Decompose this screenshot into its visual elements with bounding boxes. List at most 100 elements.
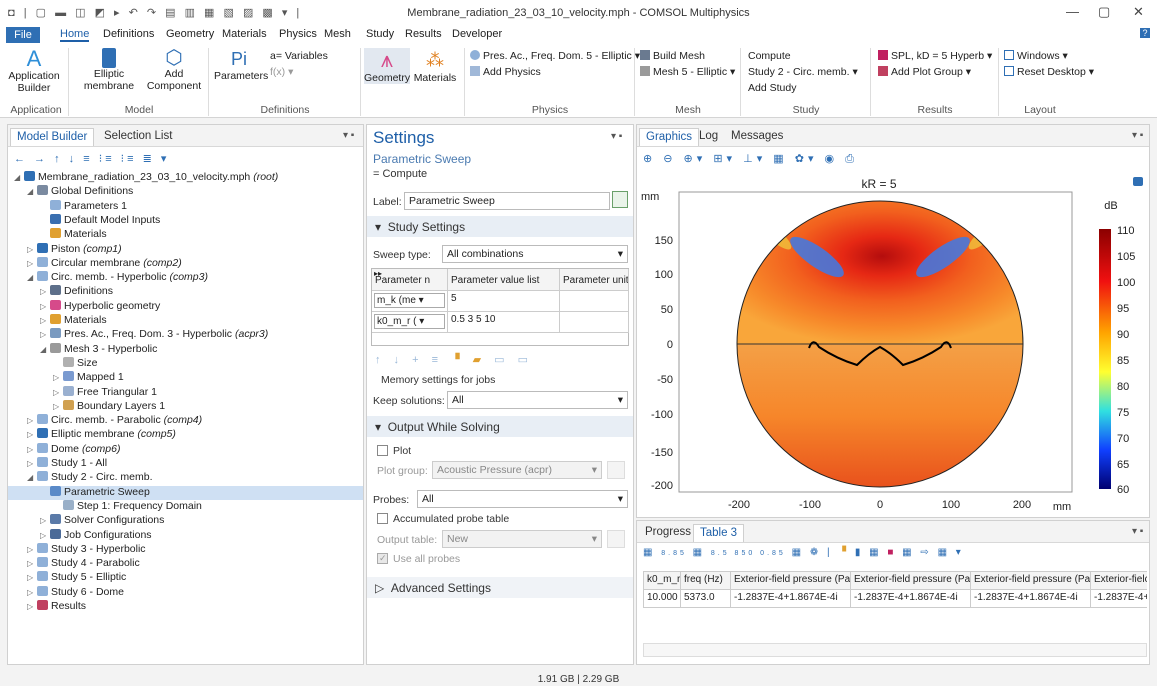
tree-toolbar[interactable]: ← → ↑ ↓ ≡ ⁝≡ ⁝≡ ≣ ▾ — [14, 152, 169, 165]
keep-solutions-select[interactable]: All ▾ — [447, 391, 628, 409]
tree-node[interactable]: ▷ Dome (comp6) — [8, 442, 363, 457]
graphics-panel-menu-icon[interactable]: ▾ ▪ — [1132, 130, 1143, 141]
table-header-cell[interactable]: Exterior-field pressure (Pa) — [731, 571, 851, 590]
plot-checkbox[interactable] — [377, 445, 388, 456]
menu-physics[interactable]: Physics — [279, 28, 317, 40]
param-row-1-values[interactable]: 5 — [448, 291, 560, 312]
windows-button[interactable]: Windows ▾ — [1004, 50, 1068, 62]
tree-node[interactable]: ▷ Pres. Ac., Freq. Dom. 3 - Hyperbolic (a… — [8, 328, 363, 342]
table-cell[interactable]: -1.2837E-4+1 — [1091, 590, 1147, 608]
param-row-2-unit[interactable] — [560, 312, 629, 333]
expand-toggle-icon[interactable]: ▷ — [40, 302, 50, 311]
application-builder-button[interactable]: A Application Builder — [6, 48, 62, 95]
maximize-icon[interactable]: ▢ — [1098, 4, 1110, 20]
sweep-type-select[interactable]: All combinations ▾ — [442, 245, 628, 263]
plot-area[interactable]: mm kR = 5 -200 -100 0 100 200 mm 150 100… — [637, 167, 1149, 517]
add-component-button[interactable]: ⬡ Add Component — [144, 48, 204, 92]
table-header-cell[interactable]: freq (Hz) — [681, 571, 731, 590]
tree-node[interactable]: ▷ Definitions — [8, 285, 363, 299]
plot-group-go-icon[interactable] — [607, 461, 625, 479]
variables-button[interactable]: a= Variables — [270, 50, 328, 62]
tab-log[interactable]: Log — [693, 128, 724, 146]
mesh-select[interactable]: Mesh 5 - Elliptic ▾ — [640, 66, 735, 78]
table-header-cell[interactable]: Exterior-field pressure (Pa) — [851, 571, 971, 590]
expand-toggle-icon[interactable]: ▷ — [53, 388, 63, 397]
elliptic-membrane-button[interactable]: Elliptic membrane — [76, 48, 142, 92]
expand-toggle-icon[interactable]: ▷ — [27, 602, 37, 611]
table-horizontal-scrollbar[interactable] — [643, 643, 1147, 657]
parameters-button[interactable]: Pi Parameters — [214, 48, 268, 82]
label-edit-icon[interactable] — [612, 191, 628, 208]
study-settings-header[interactable]: ▾ Study Settings — [367, 216, 633, 237]
accumulated-probe-checkbox[interactable] — [377, 513, 388, 524]
tree-node[interactable]: Step 1: Frequency Domain — [8, 499, 363, 514]
compute-link[interactable]: = Compute — [373, 168, 427, 180]
menu-materials[interactable]: Materials — [222, 28, 267, 40]
tree-node[interactable]: ◢ Membrane_radiation_23_03_10_velocity.mp… — [8, 171, 363, 185]
tree-node[interactable]: ▷ Study 5 - Elliptic — [8, 571, 363, 585]
tree-node[interactable]: Size — [8, 356, 363, 371]
expand-toggle-icon[interactable]: ▷ — [53, 402, 63, 411]
menu-mesh[interactable]: Mesh — [324, 28, 351, 40]
materials-button[interactable]: ⁂ Materials — [412, 48, 458, 84]
physics-interface-select[interactable]: Pres. Ac., Freq. Dom. 5 - Elliptic ▾ — [470, 50, 640, 62]
param-row-2-values[interactable]: 0.5 3 5 10 — [448, 312, 560, 333]
plot-group-select[interactable]: Acoustic Pressure (acpr) ▾ — [432, 461, 602, 479]
panel-menu-icon[interactable]: ▾ ▪ — [343, 130, 354, 141]
tree-node[interactable]: ◢ Circ. memb. - Hyperbolic (comp3) — [8, 271, 363, 285]
advanced-settings-header[interactable]: ▷ Advanced Settings — [367, 577, 633, 598]
compute-button[interactable]: Compute — [748, 50, 791, 62]
tree-node[interactable]: ◢ Study 2 - Circ. memb. — [8, 471, 363, 485]
plot-group-select[interactable]: SPL, kD = 5 Hyperb ▾ — [878, 50, 992, 62]
tree-node[interactable]: Default Model Inputs — [8, 213, 363, 228]
tree-node[interactable]: Parameters 1 — [8, 199, 363, 214]
add-plot-group-button[interactable]: Add Plot Group ▾ — [878, 66, 971, 78]
expand-toggle-icon[interactable]: ▷ — [40, 287, 50, 296]
tree-node[interactable]: ▷ Results — [8, 600, 363, 614]
param-row-1-unit[interactable] — [560, 291, 629, 312]
tree-node[interactable]: ▷ Study 6 - Dome — [8, 585, 363, 600]
table-cell[interactable]: 10.000 — [643, 590, 681, 608]
expand-toggle-icon[interactable]: ▷ — [40, 316, 50, 325]
tree-node[interactable]: ▷ Mapped 1 — [8, 371, 363, 385]
tab-messages[interactable]: Messages — [725, 128, 789, 146]
tab-graphics[interactable]: Graphics — [639, 128, 700, 146]
reset-desktop-button[interactable]: Reset Desktop ▾ — [1004, 66, 1094, 78]
expand-toggle-icon[interactable]: ▷ — [40, 330, 50, 339]
expand-toggle-icon[interactable]: ◢ — [27, 273, 37, 282]
expand-toggle-icon[interactable]: ▷ — [40, 516, 50, 525]
expand-toggle-icon[interactable]: ▷ — [27, 459, 37, 468]
tree-node[interactable]: ▷ Elliptic membrane (comp5) — [8, 428, 363, 442]
tree-node[interactable]: ◢ Mesh 3 - Hyperbolic — [8, 342, 363, 357]
menu-results[interactable]: Results — [405, 28, 442, 40]
graphics-toolbar[interactable]: ⊕ ⊖ ⊕▾ ⊞▾ ⊥▾ ▦ ✿▾ ◉ ⎙ — [643, 152, 858, 166]
label-field[interactable]: Parametric Sweep — [404, 192, 610, 210]
menu-developer[interactable]: Developer — [452, 28, 502, 40]
tree-node[interactable]: ▷ Boundary Layers 1 — [8, 399, 363, 414]
menu-geometry[interactable]: Geometry — [166, 28, 214, 40]
expand-toggle-icon[interactable]: ▷ — [27, 259, 37, 268]
output-table-select[interactable]: New ▾ — [442, 530, 602, 548]
table-header-cell[interactable]: Exterior-field pressure (Pa) — [971, 571, 1091, 590]
tree-node[interactable]: ▷ Job Configurations — [8, 528, 363, 543]
menu-home[interactable]: Home — [60, 28, 90, 42]
tree-node[interactable]: ▷ Study 3 - Hyperbolic — [8, 542, 363, 557]
memory-settings-label[interactable]: Memory settings for jobs — [381, 374, 495, 386]
table-panel-menu-icon[interactable]: ▾ ▪ — [1132, 526, 1143, 537]
expand-toggle-icon[interactable]: ▷ — [27, 559, 37, 568]
probes-select[interactable]: All ▾ — [417, 490, 628, 508]
expand-toggle-icon[interactable]: ▷ — [53, 373, 63, 382]
table-toolbar[interactable]: ▦ 8.85 ▦ 8.5 850 0.85 ▦ ❁ | ▝ ▮ ▦ ■ ▦ ⇨ … — [643, 547, 964, 558]
tab-selection-list[interactable]: Selection List — [98, 128, 178, 146]
tree-node[interactable]: ▷ Study 1 - All — [8, 457, 363, 471]
table-header-cell[interactable]: k0_m_r — [643, 571, 681, 590]
output-table-go-icon[interactable] — [607, 530, 625, 548]
tree-node[interactable]: ▷ Circular membrane (comp2) — [8, 256, 363, 271]
use-all-probes-checkbox[interactable]: ✓ — [377, 553, 388, 564]
tab-progress[interactable]: Progress — [639, 524, 697, 542]
tab-model-builder[interactable]: Model Builder — [10, 128, 95, 146]
expand-toggle-icon[interactable]: ▷ — [27, 573, 37, 582]
close-icon[interactable]: ✕ — [1133, 4, 1144, 20]
tree-node[interactable]: ▷ Solver Configurations — [8, 514, 363, 528]
expand-toggle-icon[interactable]: ▷ — [27, 430, 37, 439]
